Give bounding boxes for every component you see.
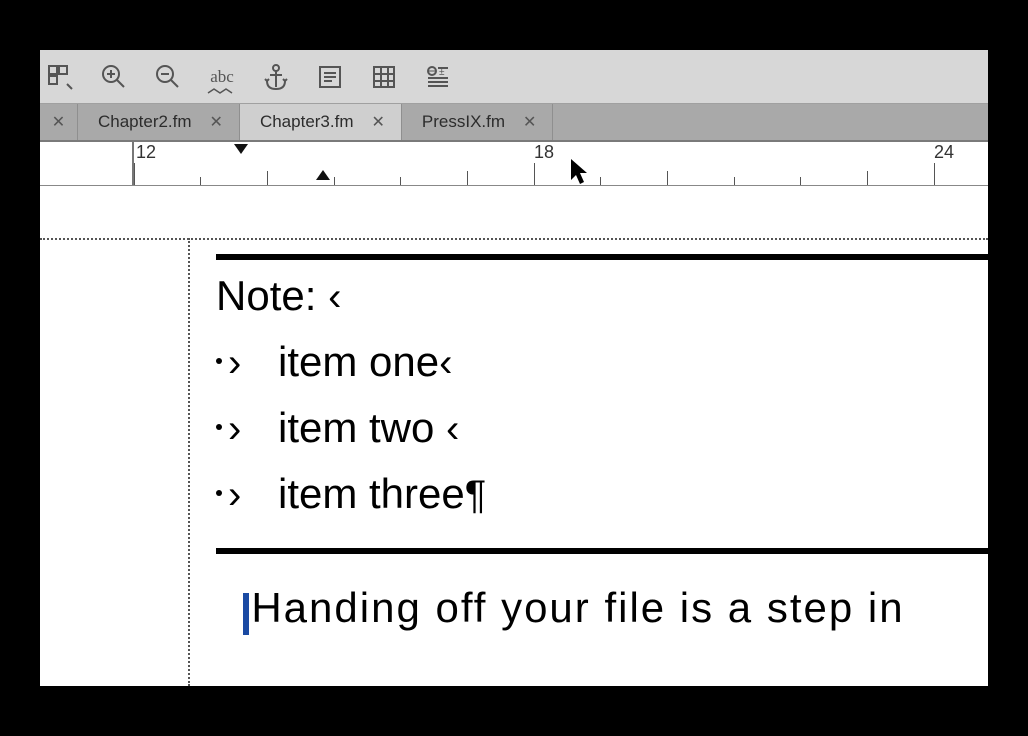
- tab-pressix[interactable]: PressIX.fm ✕: [402, 104, 554, 140]
- close-icon[interactable]: ✕: [204, 112, 223, 132]
- note-heading[interactable]: Note: ‹: [216, 272, 988, 320]
- text-frame-icon[interactable]: [314, 61, 346, 93]
- zoom-in-icon[interactable]: [98, 61, 130, 93]
- grid-tool-icon[interactable]: [44, 61, 76, 93]
- rule-top: [216, 254, 988, 260]
- list-item[interactable]: › item two ‹: [216, 404, 988, 452]
- svg-text:±: ±: [439, 67, 445, 78]
- close-icon[interactable]: ✕: [366, 112, 385, 132]
- tab-chapter2[interactable]: Chapter2.fm ✕: [78, 104, 240, 140]
- first-line-indent-marker[interactable]: [232, 142, 250, 161]
- tab-chapter3[interactable]: Chapter3.fm ✕: [240, 104, 402, 140]
- ruler[interactable]: 12 18 24: [40, 142, 988, 186]
- ruler-mark-12: 12: [136, 142, 156, 163]
- pilcrow-symbol: ¶: [465, 473, 486, 517]
- zoom-out-icon[interactable]: [152, 61, 184, 93]
- ruler-mark-18: 18: [534, 142, 554, 163]
- tab-bar: ✕ Chapter2.fm ✕ Chapter3.fm ✕ PressIX.fm…: [40, 104, 988, 142]
- tab-label: PressIX.fm: [422, 112, 505, 132]
- line-break-symbol: ‹: [328, 275, 341, 319]
- spellcheck-icon[interactable]: abc: [206, 61, 238, 93]
- left-indent-marker[interactable]: [314, 168, 332, 187]
- close-icon[interactable]: ✕: [517, 112, 536, 132]
- document-view[interactable]: Note: ‹ › item one‹ › item two ‹ › item …: [40, 186, 988, 686]
- tab-label: Chapter3.fm: [260, 112, 354, 132]
- app-window: abc ± ✕ Chapter2.fm ✕ Chapter3.fm ✕ Pres…: [40, 50, 988, 686]
- bullet-icon: ›: [216, 341, 278, 386]
- close-all-button[interactable]: ✕: [40, 104, 78, 140]
- line-break-symbol: ‹: [439, 341, 452, 385]
- ruler-mark-24: 24: [934, 142, 954, 163]
- anchor-icon[interactable]: [260, 61, 292, 93]
- line-break-symbol: ‹: [446, 407, 459, 451]
- bullet-icon: ›: [216, 473, 278, 518]
- toolbar: abc ±: [40, 50, 988, 104]
- rule-bottom: [216, 548, 988, 554]
- text-cursor: [243, 593, 249, 635]
- tab-label: Chapter2.fm: [98, 112, 192, 132]
- list-item[interactable]: › item one‹: [216, 338, 988, 386]
- mouse-pointer-icon: [570, 158, 588, 184]
- line-spacing-icon[interactable]: ±: [422, 61, 454, 93]
- list-item[interactable]: › item three¶: [216, 470, 988, 518]
- body-paragraph[interactable]: Handing off your file is a step in: [216, 584, 988, 632]
- table-icon[interactable]: [368, 61, 400, 93]
- bullet-icon: ›: [216, 407, 278, 452]
